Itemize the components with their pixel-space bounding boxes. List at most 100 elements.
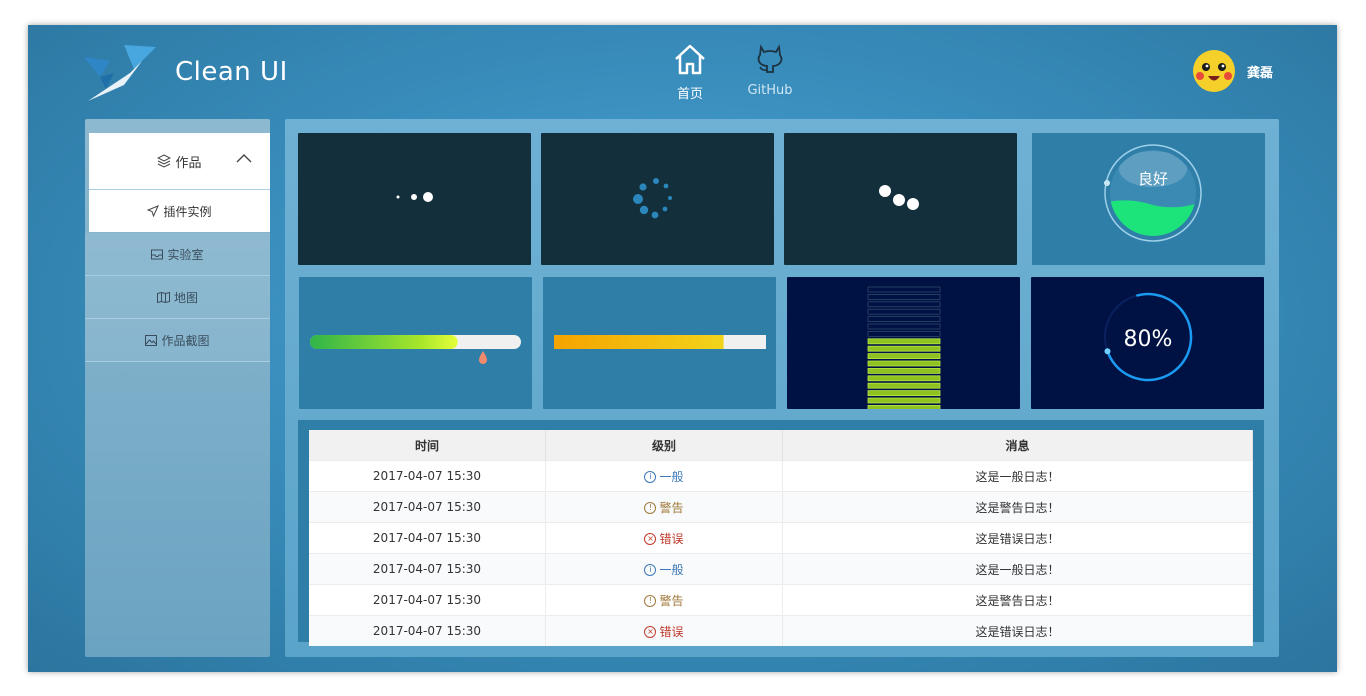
cell-message: 这是错误日志！ bbox=[782, 615, 1253, 646]
loader-bounce-card bbox=[784, 133, 1017, 265]
username[interactable]: 龚磊 bbox=[1247, 62, 1273, 81]
send-icon bbox=[147, 205, 160, 217]
col-header-time[interactable]: 时间 bbox=[309, 430, 546, 461]
progress-orange-card bbox=[543, 277, 776, 409]
level-label: 警告 bbox=[659, 593, 684, 608]
battery-level-meter bbox=[867, 286, 941, 409]
sidebar-item-label: 地图 bbox=[173, 290, 198, 305]
spinner-icon bbox=[633, 178, 672, 219]
ring-progress: 80% bbox=[1104, 292, 1193, 382]
cell-level: i 一般 bbox=[545, 553, 783, 585]
cell-level: × 错误 bbox=[545, 522, 783, 554]
battery-bars-card bbox=[787, 277, 1020, 409]
level-label: 警告 bbox=[659, 500, 684, 515]
error-icon: × bbox=[644, 626, 657, 638]
avatar[interactable] bbox=[1192, 49, 1236, 93]
battery-bar-filled bbox=[867, 390, 941, 396]
cell-time: 2017-04-07 15:30 bbox=[309, 615, 546, 646]
table-row[interactable]: 2017-04-07 15:30! 警告 这是警告日志！ bbox=[309, 491, 1253, 523]
sidebar-item-lab[interactable]: 实验室 bbox=[85, 233, 270, 276]
sidebar-item-label: 实验室 bbox=[167, 247, 204, 262]
image-icon bbox=[145, 334, 158, 346]
cell-level: ! 警告 bbox=[545, 491, 783, 523]
sidebar-group-works[interactable]: 作品 bbox=[89, 133, 270, 190]
cell-time: 2017-04-07 15:30 bbox=[309, 584, 546, 616]
cell-time: 2017-04-07 15:30 bbox=[309, 491, 546, 523]
level-label: 一般 bbox=[659, 469, 684, 484]
level-label: 错误 bbox=[659, 624, 684, 639]
battery-bar-filled bbox=[867, 382, 941, 389]
layers-icon bbox=[157, 154, 172, 168]
col-header-message[interactable]: 消息 bbox=[782, 430, 1253, 461]
app-frame: Clean UI 首页 GitHub 龚磊 作品 插件实例 实验室 地图 作品截… bbox=[28, 25, 1337, 672]
logo bbox=[84, 45, 156, 101]
level-label: 一般 bbox=[659, 562, 684, 577]
col-header-level[interactable]: 级别 bbox=[545, 430, 783, 461]
sidebar-item-label: 作品截图 bbox=[161, 333, 210, 348]
battery-bar-filled bbox=[867, 404, 941, 409]
water-ball-icon: 良好 bbox=[1104, 144, 1202, 242]
github-icon bbox=[757, 44, 783, 73]
water-ball-label: 良好 bbox=[1138, 170, 1168, 188]
battery-bar-filled bbox=[867, 345, 941, 352]
cell-message: 这是错误日志！ bbox=[782, 522, 1253, 554]
loading-dots-icon bbox=[396, 192, 433, 202]
ring-progress-label: 80% bbox=[1124, 327, 1173, 352]
loader-spinner-card bbox=[541, 133, 774, 265]
sidebar-item-map[interactable]: 地图 bbox=[85, 276, 270, 319]
table-row[interactable]: 2017-04-07 15:30 i 一般 这是一般日志！ bbox=[309, 460, 1253, 492]
battery-bar-filled bbox=[867, 338, 941, 345]
table-row[interactable]: 2017-04-07 15:30 i 一般 这是一般日志！ bbox=[309, 553, 1253, 585]
log-table: 时间 级别 消息 2017-04-07 15:30 i 一般 这是一般日志！ 2017-… bbox=[309, 430, 1253, 646]
cell-time: 2017-04-07 15:30 bbox=[309, 460, 546, 492]
table-row[interactable]: 2017-04-07 15:30 × 错误 这是错误日志！ bbox=[309, 615, 1253, 646]
cell-message: 这是警告日志！ bbox=[782, 491, 1253, 523]
ring-progress-card: 80% bbox=[1031, 277, 1264, 409]
battery-bar-empty bbox=[867, 301, 941, 308]
table-row[interactable]: 2017-04-07 15:30 × 错误 这是错误日志！ bbox=[309, 522, 1253, 554]
bouncing-dots-icon bbox=[879, 185, 919, 210]
battery-bar-filled bbox=[867, 360, 941, 367]
nav-github-label: GitHub bbox=[747, 83, 793, 98]
battery-bar-empty bbox=[867, 286, 941, 293]
battery-bar-empty bbox=[867, 331, 941, 337]
battery-bar-filled bbox=[867, 397, 941, 404]
battery-bar-filled bbox=[867, 375, 941, 382]
inbox-icon bbox=[151, 249, 164, 259]
sidebar: 作品 插件实例 实验室 地图 作品截图 bbox=[85, 119, 270, 657]
content-panel: 良好 80% 时间 级别 消息 2017-04-07 15:30 i 一般 这是… bbox=[285, 119, 1279, 657]
info-icon: i bbox=[644, 471, 657, 483]
warning-icon: ! bbox=[644, 595, 657, 607]
water-ball-card: 良好 bbox=[1032, 133, 1265, 265]
progress-orange-bar bbox=[554, 335, 766, 349]
battery-bar-empty bbox=[867, 323, 941, 330]
warning-icon: ! bbox=[644, 502, 657, 514]
level-label: 错误 bbox=[659, 531, 684, 546]
nav-home[interactable]: 首页 bbox=[655, 43, 725, 102]
cell-message: 这是一般日志！ bbox=[782, 553, 1253, 585]
battery-bar-empty bbox=[867, 308, 941, 315]
cell-time: 2017-04-07 15:30 bbox=[309, 553, 546, 585]
progress-green-bar bbox=[310, 335, 521, 364]
sidebar-item-label: 插件实例 bbox=[163, 204, 212, 219]
sidebar-group-label: 作品 bbox=[175, 155, 202, 171]
loader-dots-card bbox=[298, 133, 531, 265]
info-icon: i bbox=[644, 564, 657, 576]
cell-message: 这是一般日志！ bbox=[782, 460, 1253, 492]
battery-bar-filled bbox=[867, 368, 941, 374]
sidebar-item-screenshots[interactable]: 作品截图 bbox=[85, 319, 270, 362]
log-table-card: 时间 级别 消息 2017-04-07 15:30 i 一般 这是一般日志！ 2017-… bbox=[298, 420, 1264, 646]
nav-home-label: 首页 bbox=[676, 87, 703, 102]
battery-bar-empty bbox=[867, 316, 941, 322]
app-title: Clean UI bbox=[175, 57, 288, 87]
cell-level: i 一般 bbox=[545, 460, 783, 492]
table-row[interactable]: 2017-04-07 15:30! 警告 这是警告日志！ bbox=[309, 584, 1253, 616]
battery-bar-filled bbox=[867, 353, 941, 359]
sidebar-item-plugin-examples[interactable]: 插件实例 bbox=[89, 190, 270, 232]
map-icon bbox=[156, 291, 170, 303]
cell-message: 这是警告日志！ bbox=[782, 584, 1253, 616]
nav-github[interactable]: GitHub bbox=[735, 43, 805, 98]
battery-bar-empty bbox=[867, 293, 941, 300]
chevron-up-icon[interactable] bbox=[236, 153, 252, 163]
home-icon bbox=[675, 44, 705, 75]
